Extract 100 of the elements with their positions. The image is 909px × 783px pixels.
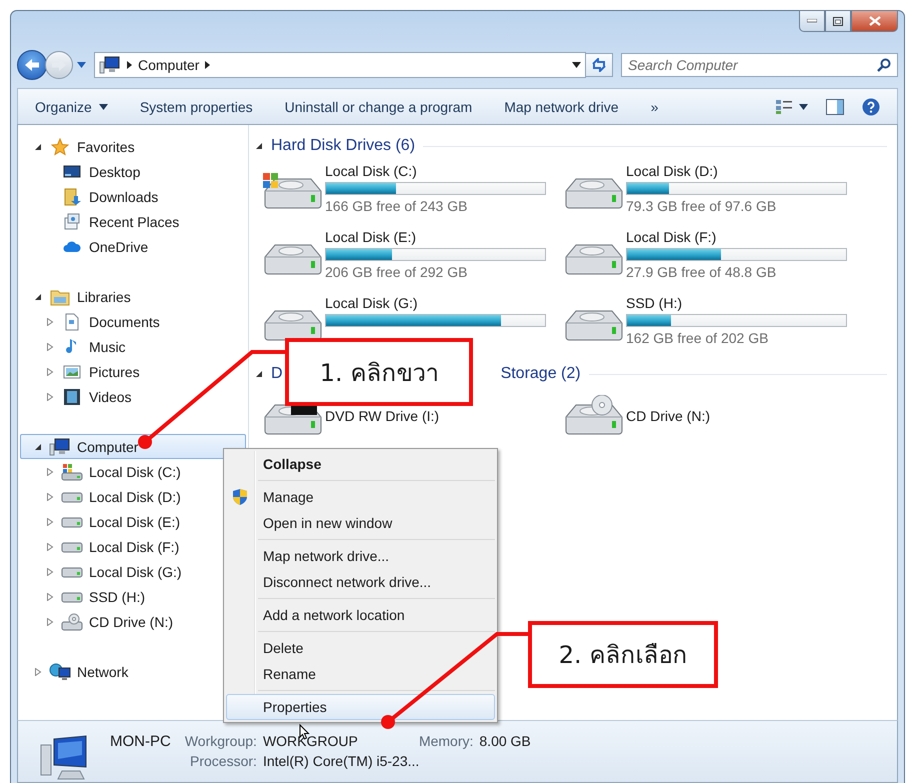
expanded-arrow-icon[interactable]	[255, 142, 263, 150]
collapsed-arrow-icon[interactable]	[46, 468, 54, 476]
hard-drive-icon	[61, 462, 83, 480]
collapsed-arrow-icon[interactable]	[34, 668, 42, 676]
picture-icon	[63, 364, 81, 380]
back-button[interactable]	[17, 50, 47, 80]
step-callout: 2. คลิกเลือก	[528, 621, 718, 688]
preview-pane-icon	[826, 98, 844, 114]
computer-icon	[99, 56, 121, 74]
collapsed-arrow-icon[interactable]	[46, 542, 54, 550]
breadcrumb-item[interactable]: Computer	[138, 57, 200, 73]
expanded-arrow-icon[interactable]	[34, 292, 42, 300]
navigation-item[interactable]: Favorites	[20, 134, 246, 159]
drive-name[interactable]: DVD RW Drive (I:)	[325, 408, 440, 424]
collapsed-arrow-icon[interactable]	[46, 342, 54, 350]
status-label: Workgroup:	[184, 733, 257, 750]
navigation-item[interactable]: Downloads	[20, 184, 246, 209]
expanded-arrow-icon[interactable]	[255, 370, 263, 378]
navigation-item[interactable]: OneDrive	[20, 234, 246, 259]
collapsed-arrow-icon[interactable]	[46, 618, 54, 626]
star-icon	[51, 138, 69, 156]
toolbar-button[interactable]: Map network drive	[497, 94, 626, 118]
navigation-item[interactable]: Recent Places	[20, 209, 246, 234]
navigation-item[interactable]: Pictures	[20, 359, 246, 384]
film-icon	[63, 388, 81, 406]
restore-icon	[833, 16, 843, 26]
section-heading: Hard Disk Drives (6)	[271, 137, 416, 155]
drive-name[interactable]: Local Disk (D:)	[626, 163, 847, 179]
desktop-icon	[63, 164, 81, 180]
navigation-item[interactable]: Music	[20, 334, 246, 359]
dropdown-caret-icon	[799, 104, 808, 110]
hard-drive-icon	[61, 540, 83, 552]
help-icon	[862, 98, 880, 116]
section-heading: D	[271, 365, 283, 383]
navigation-item[interactable]: Computer	[20, 434, 246, 459]
status-value: 8.00 GB	[479, 733, 531, 750]
navigation-item[interactable]: Videos	[20, 384, 246, 409]
hard-drive-icon	[61, 490, 83, 502]
section-heading: Storage (2)	[500, 365, 581, 383]
organize-menu-button[interactable]: Organize	[28, 94, 115, 118]
status-label: Processor:	[189, 753, 257, 769]
free-space-text: 166 GB free of 243 GB	[325, 198, 468, 214]
computer-icon	[49, 438, 71, 456]
collapsed-arrow-icon[interactable]	[46, 318, 54, 326]
drive-name[interactable]: Local Disk (E:)	[325, 229, 546, 245]
toolbar-button[interactable]: »	[644, 94, 666, 118]
collapsed-arrow-icon[interactable]	[46, 392, 54, 400]
menu-item[interactable]: Delete	[226, 635, 495, 661]
hard-drive-icon	[61, 566, 83, 578]
free-space-text: 162 GB free of 202 GB	[626, 330, 770, 346]
menu-item[interactable]: Properties	[226, 694, 495, 720]
search-field[interactable]: Search Computer	[621, 53, 898, 77]
drive-name[interactable]: SSD (H:)	[626, 295, 847, 311]
refresh-button[interactable]	[585, 53, 613, 77]
shield-icon	[232, 488, 248, 506]
close-button[interactable]	[851, 10, 898, 32]
expanded-arrow-icon[interactable]	[34, 142, 42, 150]
collapsed-arrow-icon[interactable]	[46, 492, 54, 500]
collapsed-arrow-icon[interactable]	[46, 518, 54, 526]
refresh-arrows-icon	[591, 58, 607, 72]
navigation-item[interactable]: Libraries	[20, 284, 246, 309]
computer-icon	[40, 735, 88, 781]
hard-drive-icon	[61, 590, 83, 602]
folder-icon	[63, 188, 81, 206]
free-space-text: 79.3 GB free of 97.6 GB	[626, 198, 778, 214]
navigation-item[interactable]: Documents	[20, 309, 246, 334]
view-list-icon	[775, 98, 793, 114]
cd-drive-icon	[61, 612, 83, 630]
chevron-right-icon	[127, 61, 132, 69]
left-arrow-icon	[24, 58, 40, 72]
close-icon	[868, 16, 880, 26]
minimize-button[interactable]	[799, 10, 825, 32]
step-callout: 1. คลิกขวา	[285, 338, 473, 406]
toolbar-button[interactable]: Uninstall or change a program	[278, 94, 480, 118]
free-space-text: 27.9 GB free of 48.8 GB	[626, 264, 778, 280]
computer-name: MON-PC	[110, 733, 171, 750]
restore-button[interactable]	[825, 10, 851, 32]
collapsed-arrow-icon[interactable]	[46, 368, 54, 376]
chevron-right-icon	[205, 61, 210, 69]
navigation-item[interactable]: Desktop	[20, 159, 246, 184]
minimize-icon	[807, 19, 817, 23]
cloud-icon	[63, 240, 81, 254]
status-value: Intel(R) Core(TM) i5-23...	[262, 753, 420, 769]
expanded-arrow-icon[interactable]	[34, 442, 42, 450]
recent-places-icon	[63, 212, 81, 230]
toolbar-button[interactable]: System properties	[132, 94, 260, 118]
document-icon	[64, 312, 80, 330]
drive-name[interactable]: CD Drive (N:)	[626, 408, 710, 424]
search-icon	[877, 58, 891, 72]
collapsed-arrow-icon[interactable]	[46, 568, 54, 576]
library-icon	[50, 288, 70, 306]
drive-name[interactable]: Local Disk (C:)	[325, 163, 546, 179]
address-bar[interactable]: Computer	[94, 52, 586, 78]
status-value: WORKGROUP	[262, 733, 359, 750]
network-icon	[49, 662, 71, 680]
drive-name[interactable]: Local Disk (G:)	[325, 295, 546, 311]
collapsed-arrow-icon[interactable]	[46, 592, 54, 600]
dropdown-caret-icon[interactable]	[572, 62, 581, 68]
drive-name[interactable]: Local Disk (F:)	[626, 229, 847, 245]
status-label: Memory:	[418, 733, 474, 750]
